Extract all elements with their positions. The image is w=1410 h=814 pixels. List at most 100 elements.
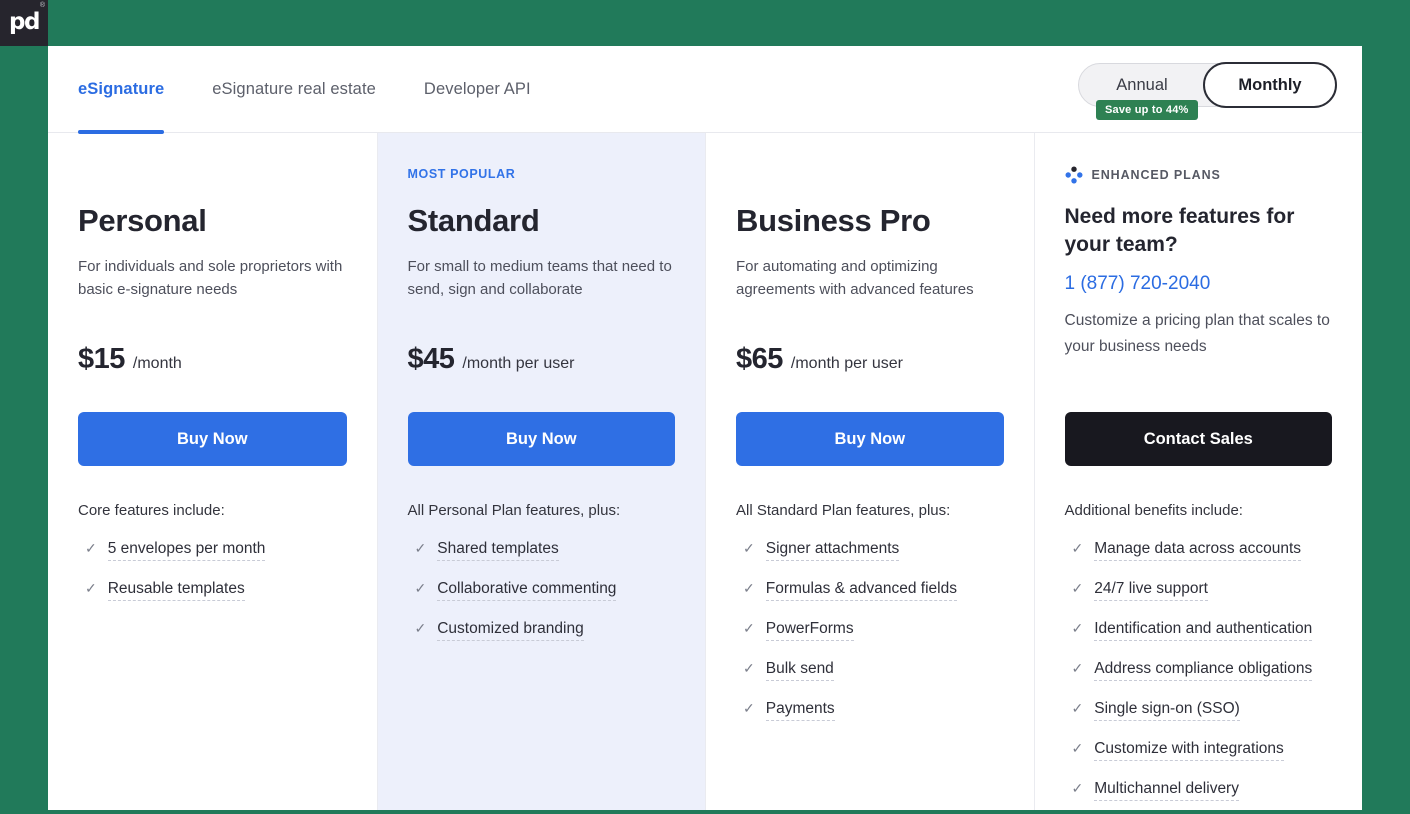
tab-esignature-real-estate[interactable]: eSignature real estate <box>212 46 376 132</box>
check-icon: ✓ <box>414 580 427 596</box>
feature-link[interactable]: Manage data across accounts <box>1094 540 1302 561</box>
feature-link[interactable]: Address compliance obligations <box>1094 660 1313 681</box>
pandadoc-logo-icon: pd <box>9 9 40 35</box>
feature-item: ✓ Customize with integrations <box>1072 740 1333 761</box>
plan-column-business-pro: Business Pro For automating and optimizi… <box>705 133 1034 810</box>
check-icon: ✓ <box>1071 740 1084 756</box>
buy-now-button-business-pro[interactable]: Buy Now <box>736 412 1004 466</box>
check-icon: ✓ <box>743 700 755 716</box>
plan-name: Standard <box>407 203 540 238</box>
plan-column-personal: Personal For individuals and sole propri… <box>48 133 377 810</box>
check-icon: ✓ <box>1071 620 1084 636</box>
check-icon: ✓ <box>1071 700 1084 716</box>
plan-head: ENHANCED PLANS Need more features for yo… <box>1064 166 1333 412</box>
feature-item: ✓ Bulk send <box>743 660 1004 681</box>
feature-item: ✓ Address compliance obligations <box>1072 660 1333 681</box>
check-icon: ✓ <box>1071 780 1084 796</box>
feature-item: ✓ Shared templates <box>415 540 676 561</box>
feature-link[interactable]: Customized branding <box>437 620 584 641</box>
plan-price: $65 /month per user <box>736 343 1004 376</box>
feature-link[interactable]: Signer attachments <box>765 540 900 561</box>
check-icon: ✓ <box>1071 580 1084 596</box>
price-suffix: /month <box>132 354 182 372</box>
check-icon: ✓ <box>85 540 97 556</box>
features-heading: Additional benefits include: <box>1064 502 1243 519</box>
check-icon: ✓ <box>85 580 97 596</box>
feature-link[interactable]: Single sign-on (SSO) <box>1094 700 1240 721</box>
plan-description: For automating and optimizing agreements… <box>736 257 974 299</box>
plan-description: For small to medium teams that need to s… <box>407 257 672 299</box>
feature-link[interactable]: Multichannel delivery <box>1094 780 1239 801</box>
features-list: ✓ Manage data across accounts ✓ 24/7 live … <box>1065 540 1333 801</box>
features-list: ✓ 5 envelopes per month ✓ Reusable templat… <box>78 540 347 601</box>
pricing-header: eSignature eSignature real estate Develo… <box>48 46 1362 134</box>
feature-link[interactable]: Reusable templates <box>107 580 245 601</box>
feature-item: ✓ Single sign-on (SSO) <box>1072 700 1333 721</box>
contact-sales-button[interactable]: Contact Sales <box>1064 412 1332 466</box>
enhanced-description: Customize a pricing plan that scales to … <box>1064 312 1330 355</box>
plan-price: $45 /month per user <box>408 343 676 376</box>
feature-item: ✓ PowerForms <box>743 620 1004 641</box>
check-icon: ✓ <box>414 620 427 636</box>
feature-item: ✓ Signer attachments <box>743 540 1004 561</box>
tab-developer-api[interactable]: Developer API <box>424 46 531 132</box>
tab-esignature[interactable]: eSignature <box>78 46 165 134</box>
plan-badge <box>736 167 1004 183</box>
feature-item: ✓ Collaborative commenting <box>415 580 676 601</box>
price-amount: $65 <box>736 342 783 375</box>
feature-link[interactable]: Bulk send <box>765 660 834 681</box>
feature-link[interactable]: Collaborative commenting <box>437 580 617 601</box>
registered-mark: ® <box>39 2 45 9</box>
sales-phone-link[interactable]: 1 (877) 720-2040 <box>1065 273 1211 295</box>
price-suffix: /month per user <box>790 354 903 372</box>
feature-link[interactable]: Shared templates <box>437 540 559 561</box>
plan-head: Business Pro For automating and optimizi… <box>736 167 1004 412</box>
feature-link[interactable]: 24/7 live support <box>1094 580 1208 601</box>
product-tabs: eSignature eSignature real estate Develo… <box>78 46 531 134</box>
enhanced-plans-icon <box>1065 166 1082 184</box>
feature-link[interactable]: Payments <box>765 700 835 721</box>
enhanced-plans-label-row: ENHANCED PLANS <box>1065 166 1333 184</box>
plan-head: Personal For individuals and sole propri… <box>78 167 347 412</box>
feature-link[interactable]: Formulas & advanced fields <box>765 580 957 601</box>
features-heading: All Personal Plan features, plus: <box>407 502 621 519</box>
feature-link[interactable]: 5 envelopes per month <box>107 540 266 561</box>
check-icon: ✓ <box>414 540 427 556</box>
check-icon: ✓ <box>743 540 755 556</box>
check-icon: ✓ <box>1071 540 1084 556</box>
check-icon: ✓ <box>743 660 755 676</box>
feature-item: ✓ Customized branding <box>415 620 676 641</box>
plan-column-standard: MOST POPULAR Standard For small to mediu… <box>376 133 705 810</box>
price-suffix: /month per user <box>462 354 575 372</box>
feature-item: ✓ 24/7 live support <box>1072 580 1333 601</box>
feature-item: ✓ Reusable templates <box>85 580 347 601</box>
plan-price: $15 /month <box>78 343 347 376</box>
feature-item: ✓ Formulas & advanced fields <box>743 580 1004 601</box>
enhanced-title: Need more features for your team? <box>1064 205 1295 256</box>
brand-logo[interactable]: pd ® <box>0 0 48 46</box>
buy-now-button-standard[interactable]: Buy Now <box>407 412 675 466</box>
price-amount: $45 <box>407 342 455 375</box>
billing-toggle-wrap: Annual Monthly Save up to 44% <box>1078 62 1337 132</box>
pricing-card: eSignature eSignature real estate Develo… <box>48 46 1362 810</box>
features-heading: Core features include: <box>78 502 225 519</box>
feature-link[interactable]: Customize with integrations <box>1094 740 1284 761</box>
price-amount: $15 <box>78 342 125 375</box>
plan-description: For individuals and sole proprietors wit… <box>78 257 343 299</box>
plan-name: Personal <box>78 203 207 238</box>
plan-name: Business Pro <box>736 203 931 238</box>
feature-link[interactable]: PowerForms <box>765 620 854 641</box>
buy-now-button-personal[interactable]: Buy Now <box>78 412 347 466</box>
feature-item: ✓ Payments <box>743 700 1004 721</box>
features-list: ✓ Signer attachments ✓ Formulas & advanced… <box>736 540 1004 721</box>
monthly-toggle-button[interactable]: Monthly <box>1203 62 1337 108</box>
features-list: ✓ Shared templates ✓ Collaborative comment… <box>408 540 676 641</box>
feature-item: ✓ Identification and authentication <box>1072 620 1333 641</box>
check-icon: ✓ <box>1071 660 1084 676</box>
enhanced-plans-label: ENHANCED PLANS <box>1091 168 1221 182</box>
plans-grid: Personal For individuals and sole propri… <box>48 133 1362 810</box>
feature-link[interactable]: Identification and authentication <box>1094 620 1313 641</box>
feature-item: ✓ Multichannel delivery <box>1072 780 1333 801</box>
savings-badge: Save up to 44% <box>1096 100 1198 120</box>
enhanced-plans-column: ENHANCED PLANS Need more features for yo… <box>1033 133 1363 810</box>
